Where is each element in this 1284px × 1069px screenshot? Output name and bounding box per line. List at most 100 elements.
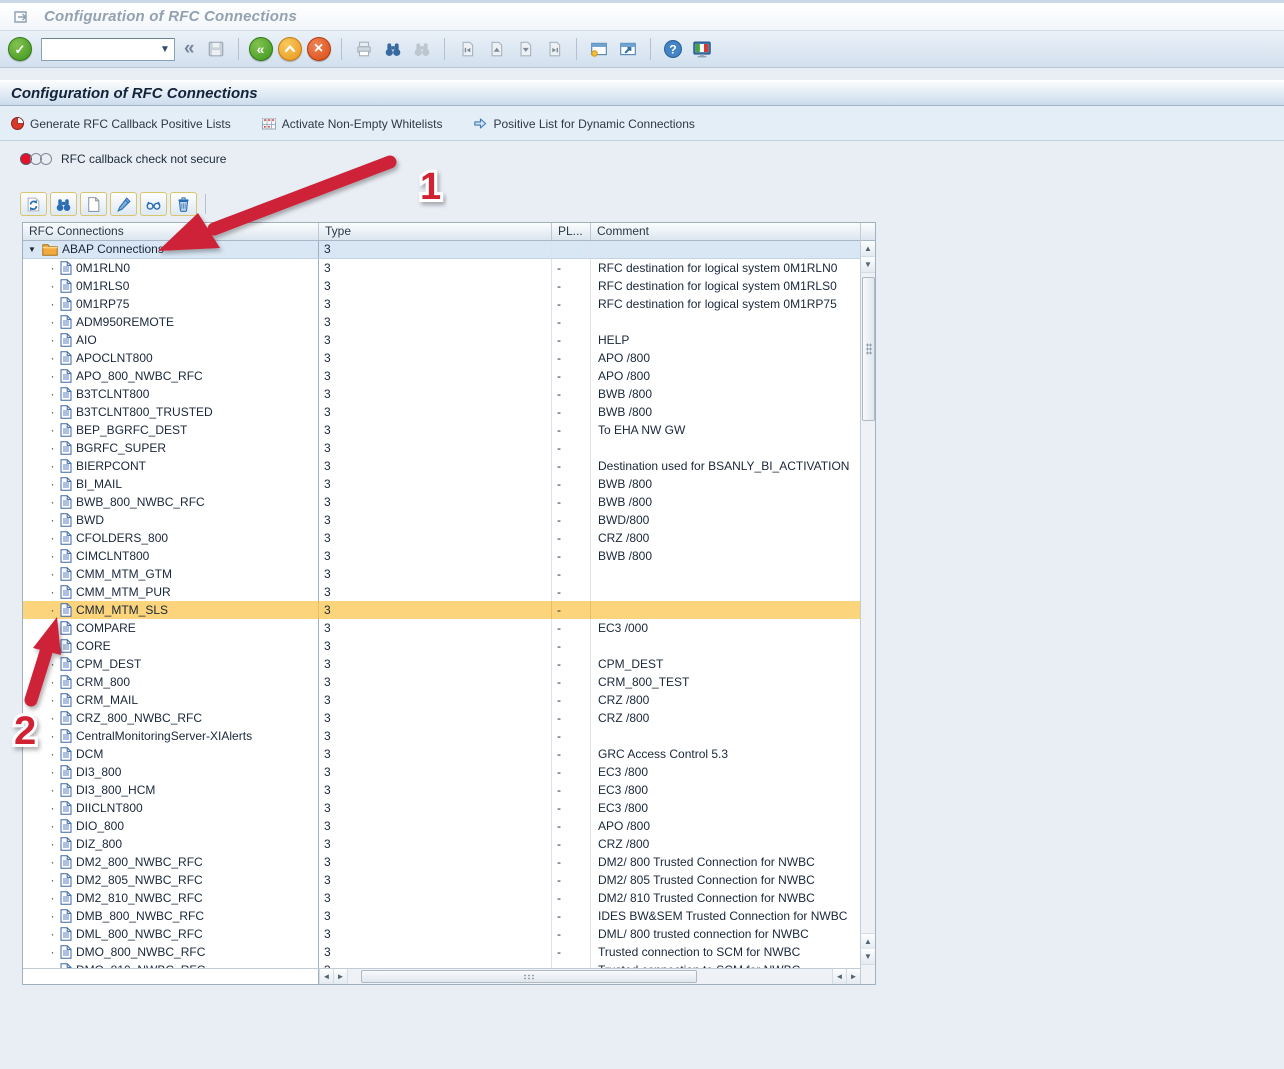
table-row[interactable]: · BI_MAIL 3 - BWB /800 (23, 475, 860, 493)
activate-whitelists-button[interactable]: Activate Non-Empty Whitelists (261, 116, 443, 131)
last-page-button[interactable] (542, 37, 566, 61)
exit-button[interactable] (278, 37, 302, 61)
table-row[interactable]: · 0M1RLN0 3 - RFC destination for logica… (23, 259, 860, 277)
document-icon (60, 927, 72, 941)
find-button[interactable] (50, 192, 77, 216)
customize-layout-button[interactable] (690, 37, 714, 61)
comment-value: Trusted connection to SCM for NWBC (591, 943, 860, 961)
dynamic-connections-button[interactable]: Positive List for Dynamic Connections (472, 116, 694, 131)
table-row[interactable]: · DIO_800 3 - APO /800 (23, 817, 860, 835)
type-value: 3 (319, 925, 552, 943)
table-row[interactable]: · DM2_805_NWBC_RFC 3 - DM2/ 805 Trusted … (23, 871, 860, 889)
refresh-button[interactable] (20, 192, 47, 216)
column-header-rfc-connections[interactable]: RFC Connections (23, 223, 319, 240)
table-row[interactable]: · DIZ_800 3 - CRZ /800 (23, 835, 860, 853)
help-button[interactable]: ? (661, 37, 685, 61)
table-row[interactable]: · DM2_800_NWBC_RFC 3 - DM2/ 800 Trusted … (23, 853, 860, 871)
back-button[interactable]: « (249, 37, 273, 61)
pl-value: - (552, 781, 591, 799)
table-row[interactable]: · CMM_MTM_SLS 3 - (23, 601, 860, 619)
table-row[interactable]: · DI3_800_HCM 3 - EC3 /800 (23, 781, 860, 799)
command-input[interactable] (42, 39, 156, 60)
column-header-type[interactable]: Type (319, 223, 552, 240)
table-row[interactable]: · DML_800_NWBC_RFC 3 - DML/ 800 trusted … (23, 925, 860, 943)
hscroll-track[interactable] (347, 969, 832, 984)
toolbar-separator (576, 38, 577, 60)
table-row[interactable]: · BWB_800_NWBC_RFC 3 - BWB /800 (23, 493, 860, 511)
table-row[interactable]: · DI3_800 3 - EC3 /800 (23, 763, 860, 781)
tree-bullet-icon: · (49, 945, 56, 959)
table-row[interactable]: · CIMCLNT800 3 - BWB /800 (23, 547, 860, 565)
hscroll-thumb[interactable] (361, 970, 697, 983)
table-row[interactable]: · COMPARE 3 - EC3 /000 (23, 619, 860, 637)
scroll-down-button[interactable]: ▼ (861, 949, 875, 965)
enter-button[interactable]: ✓ (8, 37, 32, 61)
table-row[interactable]: · CPM_DEST 3 - CPM_DEST (23, 655, 860, 673)
table-row[interactable]: · DCM 3 - GRC Access Control 5.3 (23, 745, 860, 763)
table-row[interactable]: · DMO_800_NWBC_RFC 3 - Trusted connectio… (23, 943, 860, 961)
display-button[interactable] (140, 192, 167, 216)
create-button[interactable] (80, 192, 107, 216)
scroll-right-button[interactable]: ► (846, 969, 860, 984)
new-session-button[interactable] (587, 37, 611, 61)
chevron-down-icon[interactable]: ▼ (156, 44, 174, 55)
vscroll-track[interactable] (861, 273, 875, 933)
table-row[interactable]: · BIERPCONT 3 - Destination used for BSA… (23, 457, 860, 475)
table-row[interactable]: · BWD 3 - BWD/800 (23, 511, 860, 529)
table-row[interactable]: · CRM_800 3 - CRM_800_TEST (23, 673, 860, 691)
type-value: 3 (319, 961, 552, 968)
table-row[interactable]: · CORE 3 - (23, 637, 860, 655)
table-row[interactable]: · CMM_MTM_GTM 3 - (23, 565, 860, 583)
table-row[interactable]: · DMB_800_NWBC_RFC 3 - IDES BW&SEM Trust… (23, 907, 860, 925)
table-row[interactable]: · BGRFC_SUPER 3 - (23, 439, 860, 457)
scroll-left-button[interactable]: ◄ (832, 969, 846, 984)
page-up-button[interactable] (484, 37, 508, 61)
create-shortcut-button[interactable] (616, 37, 640, 61)
command-field[interactable]: ▼ (41, 38, 175, 61)
type-value: 3 (319, 403, 552, 421)
tree-group-row-abap-connections[interactable]: ▼ ABAP Connections 3 (23, 241, 860, 259)
table-row[interactable]: · CentralMonitoringServer-XIAlerts 3 - (23, 727, 860, 745)
table-row[interactable]: · DM2_810_NWBC_RFC 3 - DM2/ 810 Trusted … (23, 889, 860, 907)
scroll-up-button[interactable]: ▲ (861, 933, 875, 949)
table-row[interactable]: · CRM_MAIL 3 - CRZ /800 (23, 691, 860, 709)
table-row[interactable]: · CFOLDERS_800 3 - CRZ /800 (23, 529, 860, 547)
table-row[interactable]: · B3TCLNT800_TRUSTED 3 - BWB /800 (23, 403, 860, 421)
find-button[interactable] (381, 37, 405, 61)
document-icon (60, 693, 72, 707)
vscroll-thumb[interactable] (862, 277, 875, 421)
table-row[interactable]: · APO_800_NWBC_RFC 3 - APO /800 (23, 367, 860, 385)
print-button[interactable] (352, 37, 376, 61)
find-next-button[interactable] (410, 37, 434, 61)
delete-button[interactable] (170, 192, 197, 216)
scroll-up-button[interactable]: ▲ (861, 241, 875, 257)
tree-bullet-icon: · (49, 765, 56, 779)
page-down-button[interactable] (513, 37, 537, 61)
save-button[interactable] (204, 37, 228, 61)
change-button[interactable] (110, 192, 137, 216)
scroll-right-button[interactable]: ► (333, 969, 347, 984)
scroll-down-button[interactable]: ▼ (861, 257, 875, 273)
collapse-toolbar-button[interactable]: « (180, 38, 199, 60)
rfc-connection-name: CPM_DEST (76, 657, 141, 671)
table-row[interactable]: · 0M1RLS0 3 - RFC destination for logica… (23, 277, 860, 295)
table-row[interactable]: · DIICLNT800 3 - EC3 /800 (23, 799, 860, 817)
column-header-comment[interactable]: Comment (591, 223, 860, 240)
table-row[interactable]: · B3TCLNT800 3 - BWB /800 (23, 385, 860, 403)
column-header-pl[interactable]: PL... (552, 223, 591, 240)
table-row[interactable]: · DMO_810_NWBC_RFC 3 - Trusted connectio… (23, 961, 860, 968)
expand-caret-icon[interactable]: ▼ (28, 245, 38, 254)
generate-positive-lists-button[interactable]: Generate RFC Callback Positive Lists (10, 116, 231, 131)
table-row[interactable]: · APOCLNT800 3 - APO /800 (23, 349, 860, 367)
scroll-left-button[interactable]: ◄ (319, 969, 333, 984)
first-page-button[interactable] (455, 37, 479, 61)
status-message: RFC callback check not secure (61, 152, 226, 166)
sapgui-window-icon[interactable] (10, 5, 34, 29)
cancel-button[interactable]: × (307, 37, 331, 61)
table-row[interactable]: · 0M1RP75 3 - RFC destination for logica… (23, 295, 860, 313)
table-row[interactable]: · ADM950REMOTE 3 - (23, 313, 860, 331)
table-row[interactable]: · AIO 3 - HELP (23, 331, 860, 349)
table-row[interactable]: · CRZ_800_NWBC_RFC 3 - CRZ /800 (23, 709, 860, 727)
table-row[interactable]: · BEP_BGRFC_DEST 3 - To EHA NW GW (23, 421, 860, 439)
table-row[interactable]: · CMM_MTM_PUR 3 - (23, 583, 860, 601)
